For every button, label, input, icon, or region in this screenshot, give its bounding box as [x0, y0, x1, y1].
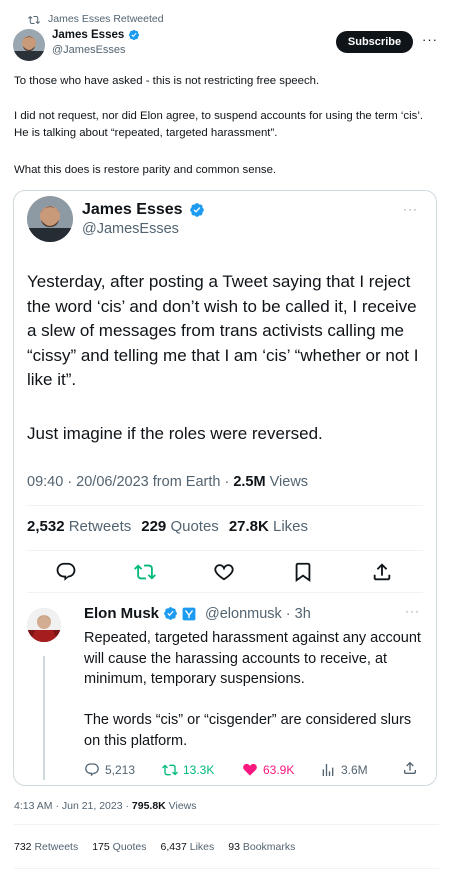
retweet-icon [162, 764, 178, 776]
like-icon [214, 564, 234, 581]
reply-icon [85, 763, 99, 777]
tweet-paragraph-1: To those who have asked - this is not re… [14, 75, 320, 87]
quoted-paragraph-2: Just imagine if the roles were reversed. [27, 424, 323, 443]
quoted-stat-quotes: 229 Quotes [141, 518, 219, 535]
quoted-divider-2 [27, 550, 423, 551]
quoted-meta: 09:40 · 20/06/2023 from Earth · 2.5M Vie… [27, 474, 308, 490]
reply-stat-likes: 63.9K [242, 762, 294, 778]
verified-badge-icon [189, 203, 204, 217]
tweet-timestamp[interactable]: 4:13 AM · Jun 21, 2023 · 795.8K Views [14, 800, 197, 812]
retweet-banner: James Esses Retweeted [28, 13, 164, 25]
quoted-meta-views: 2.5M [233, 474, 266, 490]
reply-author-name: Elon Musk [84, 605, 160, 622]
reply-paragraph-2: The words “cis” or “cisgender” are consi… [84, 712, 412, 749]
quoted-divider-1 [27, 505, 423, 506]
quoted-paragraph-1: Yesterday, after posting a Tweet saying … [27, 272, 419, 389]
author-handle[interactable]: @JamesEsses [52, 44, 126, 56]
footer-divider-2 [14, 868, 439, 869]
retweet-icon [28, 15, 40, 24]
quoted-stat-likes: 27.8K Likes [228, 518, 309, 535]
quoted-name-row: James Esses [82, 201, 205, 219]
quoted-author-name: James Esses [82, 201, 183, 218]
tweet-views: 795.8K [131, 800, 166, 812]
stat-bookmarks[interactable]: 93 Bookmarks [228, 841, 295, 853]
verified-badge-icon [129, 29, 140, 41]
tweet-views-label: Views [165, 800, 197, 812]
reply-name-row: Elon Musk [84, 605, 196, 622]
verified-badge-icon [164, 607, 177, 620]
bookmark-icon [295, 562, 311, 583]
views-icon [322, 764, 334, 776]
reply-stat-retweets: 13.3K [162, 762, 214, 778]
subscribe-button[interactable]: Subscribe [336, 31, 413, 53]
quoted-more-icon: ··· [403, 202, 418, 216]
thread-line [43, 656, 45, 780]
footer-divider [14, 824, 439, 825]
more-options-icon[interactable]: ··· [422, 32, 438, 47]
quoted-author-avatar [27, 196, 73, 242]
like-filled-icon [243, 763, 257, 776]
quoted-meta-views-label: Views [265, 474, 309, 490]
tweet-time[interactable]: 4:13 AM · Jun 21, 2023 · [14, 800, 132, 812]
stat-likes[interactable]: 6,437 Likes [161, 841, 215, 853]
reply-stat-views: 3.6M [320, 762, 368, 778]
author-avatar[interactable] [13, 29, 45, 61]
quoted-divider-3 [27, 592, 423, 593]
reply-author-avatar [27, 608, 61, 642]
reply-icon [56, 562, 76, 581]
tweet-stats-row: 732 Retweets 175 Quotes 6,437 Likes 93 B… [14, 841, 295, 853]
reply-more-icon: ··· [405, 604, 420, 618]
reply-author-handle: @elonmusk · 3h [205, 606, 311, 622]
share-icon [373, 563, 391, 581]
quoted-author-handle: @JamesEsses [82, 221, 179, 237]
retweet-banner-label[interactable]: James Esses Retweeted [48, 13, 164, 25]
stat-quotes[interactable]: 175 Quotes [92, 841, 146, 853]
reply-stat-replies: 5,213 [84, 762, 135, 778]
quoted-stat-retweets: 2,532 Retweets [27, 518, 132, 535]
tweet-paragraph-3: What this does is restore parity and com… [14, 164, 277, 176]
reply-paragraph-1: Repeated, targeted harassment against an… [84, 630, 421, 687]
tweet-paragraph-2: I did not request, nor did Elon agree, t… [14, 110, 424, 139]
reply-share-icon [404, 761, 416, 774]
author-name-row[interactable]: James Esses [52, 29, 140, 41]
retweet-icon [134, 564, 156, 580]
affiliate-badge-icon [182, 607, 196, 620]
quoted-meta-time: 09:40 · 20/06/2023 from Earth · [27, 474, 234, 490]
stat-retweets[interactable]: 732 Retweets [14, 841, 78, 853]
quoted-stats-row: 2,532 Retweets 229 Quotes 27.8K Likes [27, 518, 308, 535]
author-name[interactable]: James Esses [52, 29, 124, 41]
